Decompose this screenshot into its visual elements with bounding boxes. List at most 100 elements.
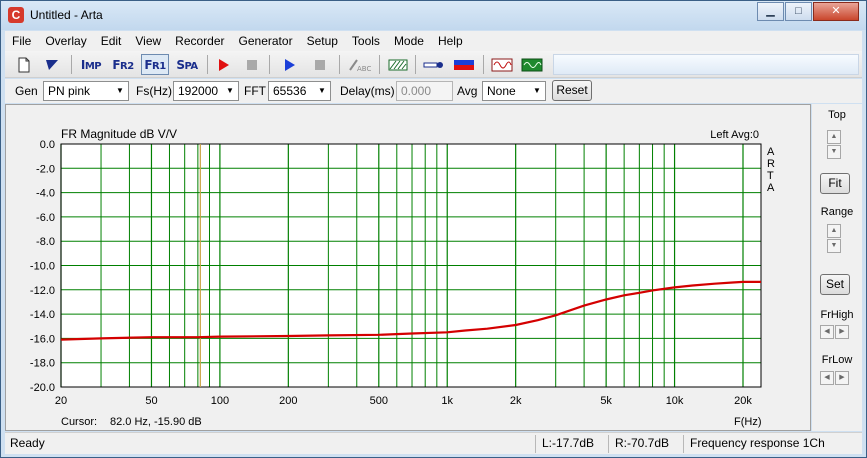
menu-tools[interactable]: Tools [345,31,387,51]
menu-generator[interactable]: Generator [232,31,300,51]
plot-title: FR Magnitude dB V/V [61,127,177,141]
frequency-response-chart[interactable]: 20 50 100 200 500 1k 2k 5k 10k 20k 0.0 -2.0 -4.0 -6.0… [6,105,812,432]
status-divider [535,435,536,453]
generator-stop-button[interactable] [307,54,333,75]
menu-help[interactable]: Help [431,31,470,51]
imp-icon: IMP [80,57,102,72]
green-wave-icon [521,58,543,71]
top-up-spin[interactable]: ▲ [827,130,841,144]
fs-label: Fs(Hz) [136,84,172,98]
maximize-button[interactable]: □ [785,2,812,21]
menu-mode[interactable]: Mode [387,31,431,51]
y-tick-label: -10.0 [30,261,55,273]
y-tick-label: -8.0 [36,236,55,248]
avg-label: Avg [457,84,478,98]
brand-letter: A [767,146,775,158]
new-document-button[interactable] [11,54,37,75]
x-tick-label: 20 [55,395,67,407]
x-axis-label: F(Hz) [734,416,762,428]
delay-input[interactable]: 0.000 [396,81,453,101]
fr2-mode-button[interactable]: FR2 [109,54,137,75]
frlow-left-spin[interactable]: ◀ [820,371,834,385]
x-tick-label: 100 [211,395,229,407]
y-tick-label: -20.0 [30,382,55,394]
status-mode: Frequency response 1Ch [690,436,825,450]
chevron-down-icon: ▼ [318,86,326,95]
fft-size-select[interactable]: 65536 ▼ [268,81,331,101]
level-meter-button[interactable] [451,54,477,75]
oscilloscope-button[interactable] [489,54,515,75]
spectrum-scope-button[interactable] [519,54,545,75]
y-tick-label: -12.0 [30,285,55,297]
side-panel: Top ▲ ▼ Fit Range ▲ ▼ Set FrHigh ◀ ▶ FrL… [812,104,862,431]
y-tick-label: -6.0 [36,212,55,224]
y-tick-label: -4.0 [36,188,55,200]
toolbar-empty-area [553,54,859,75]
frlow-label: FrLow [821,354,853,366]
abc-pen-icon: ABC [349,58,371,73]
x-tick-label: 2k [510,395,522,407]
x-tick-label: 10k [666,395,684,407]
toolbar-separator [339,55,340,74]
options-bar: Gen PN pink ▼ Fs(Hz) 192000 ▼ FFT 65536 … [5,79,862,103]
cursor-readout: 82.0 Hz, -15.90 dB [110,416,202,428]
x-tick-label: 5k [600,395,612,407]
minimize-button[interactable]: ▁ [757,2,784,21]
spa-icon: SPA [176,57,198,72]
frhigh-right-spin[interactable]: ▶ [835,325,849,339]
menu-file[interactable]: File [5,31,38,51]
plot-area: 20 50 100 200 500 1k 2k 5k 10k 20k 0.0 -2.0 -4.0 -6.0… [5,104,811,431]
abc-button[interactable]: ABC [345,54,375,75]
calibrate-button[interactable] [385,54,411,75]
status-bar: Ready L:-17.7dB R:-70.7dB Frequency resp… [5,432,862,454]
close-button[interactable]: ✕ [813,2,859,21]
x-tick-label: 500 [370,395,388,407]
menu-setup[interactable]: Setup [300,31,345,51]
title-bar[interactable]: C Untitled - Arta ▁ □ ✕ [1,1,866,30]
frhigh-label: FrHigh [820,309,854,321]
status-divider [608,435,609,453]
toolbar-separator [379,55,380,74]
range-up-spin[interactable]: ▲ [827,224,841,238]
brand-letter: T [767,170,774,182]
play-blue-icon [285,58,295,71]
play-red-icon [219,58,229,71]
set-button[interactable]: Set [820,274,850,295]
open-button[interactable] [39,54,65,75]
generator-play-button[interactable] [277,54,303,75]
gen-label: Gen [15,84,38,98]
stop-gray-icon [247,59,257,70]
probe-button[interactable] [421,54,447,75]
generator-select[interactable]: PN pink ▼ [43,81,129,101]
average-select[interactable]: None ▼ [482,81,546,101]
fft-size-value: 65536 [273,84,307,98]
range-down-spin[interactable]: ▼ [827,239,841,253]
menu-view[interactable]: View [128,31,168,51]
record-stop-button[interactable] [239,54,265,75]
arta-app-icon[interactable]: C [8,7,24,23]
menu-overlay[interactable]: Overlay [38,31,93,51]
spa-mode-button[interactable]: SPA [173,54,201,75]
top-down-spin[interactable]: ▼ [827,145,841,159]
fit-button[interactable]: Fit [820,173,850,194]
toolbar-separator [269,55,270,74]
y-tick-label: -16.0 [30,333,55,345]
sine-wave-icon [491,58,513,71]
imp-mode-button[interactable]: IMP [77,54,105,75]
frhigh-left-spin[interactable]: ◀ [820,325,834,339]
menu-edit[interactable]: Edit [94,31,129,51]
average-select-value: None [487,84,516,98]
menu-recorder[interactable]: Recorder [168,31,231,51]
toolbar-separator [415,55,416,74]
sample-rate-value: 192000 [178,84,219,98]
y-tick-label: -14.0 [30,309,55,321]
frlow-right-spin[interactable]: ▶ [835,371,849,385]
chevron-down-icon: ▼ [226,86,234,95]
status-left-level: L:-17.7dB [542,436,595,450]
sample-rate-select[interactable]: 192000 ▼ [173,81,239,101]
record-play-button[interactable] [211,54,237,75]
fr1-mode-button[interactable]: FR1 [141,54,169,75]
reset-button[interactable]: Reset [552,80,592,101]
menu-bar: File Overlay Edit View Recorder Generato… [5,31,862,51]
toolbar-separator [483,55,484,74]
